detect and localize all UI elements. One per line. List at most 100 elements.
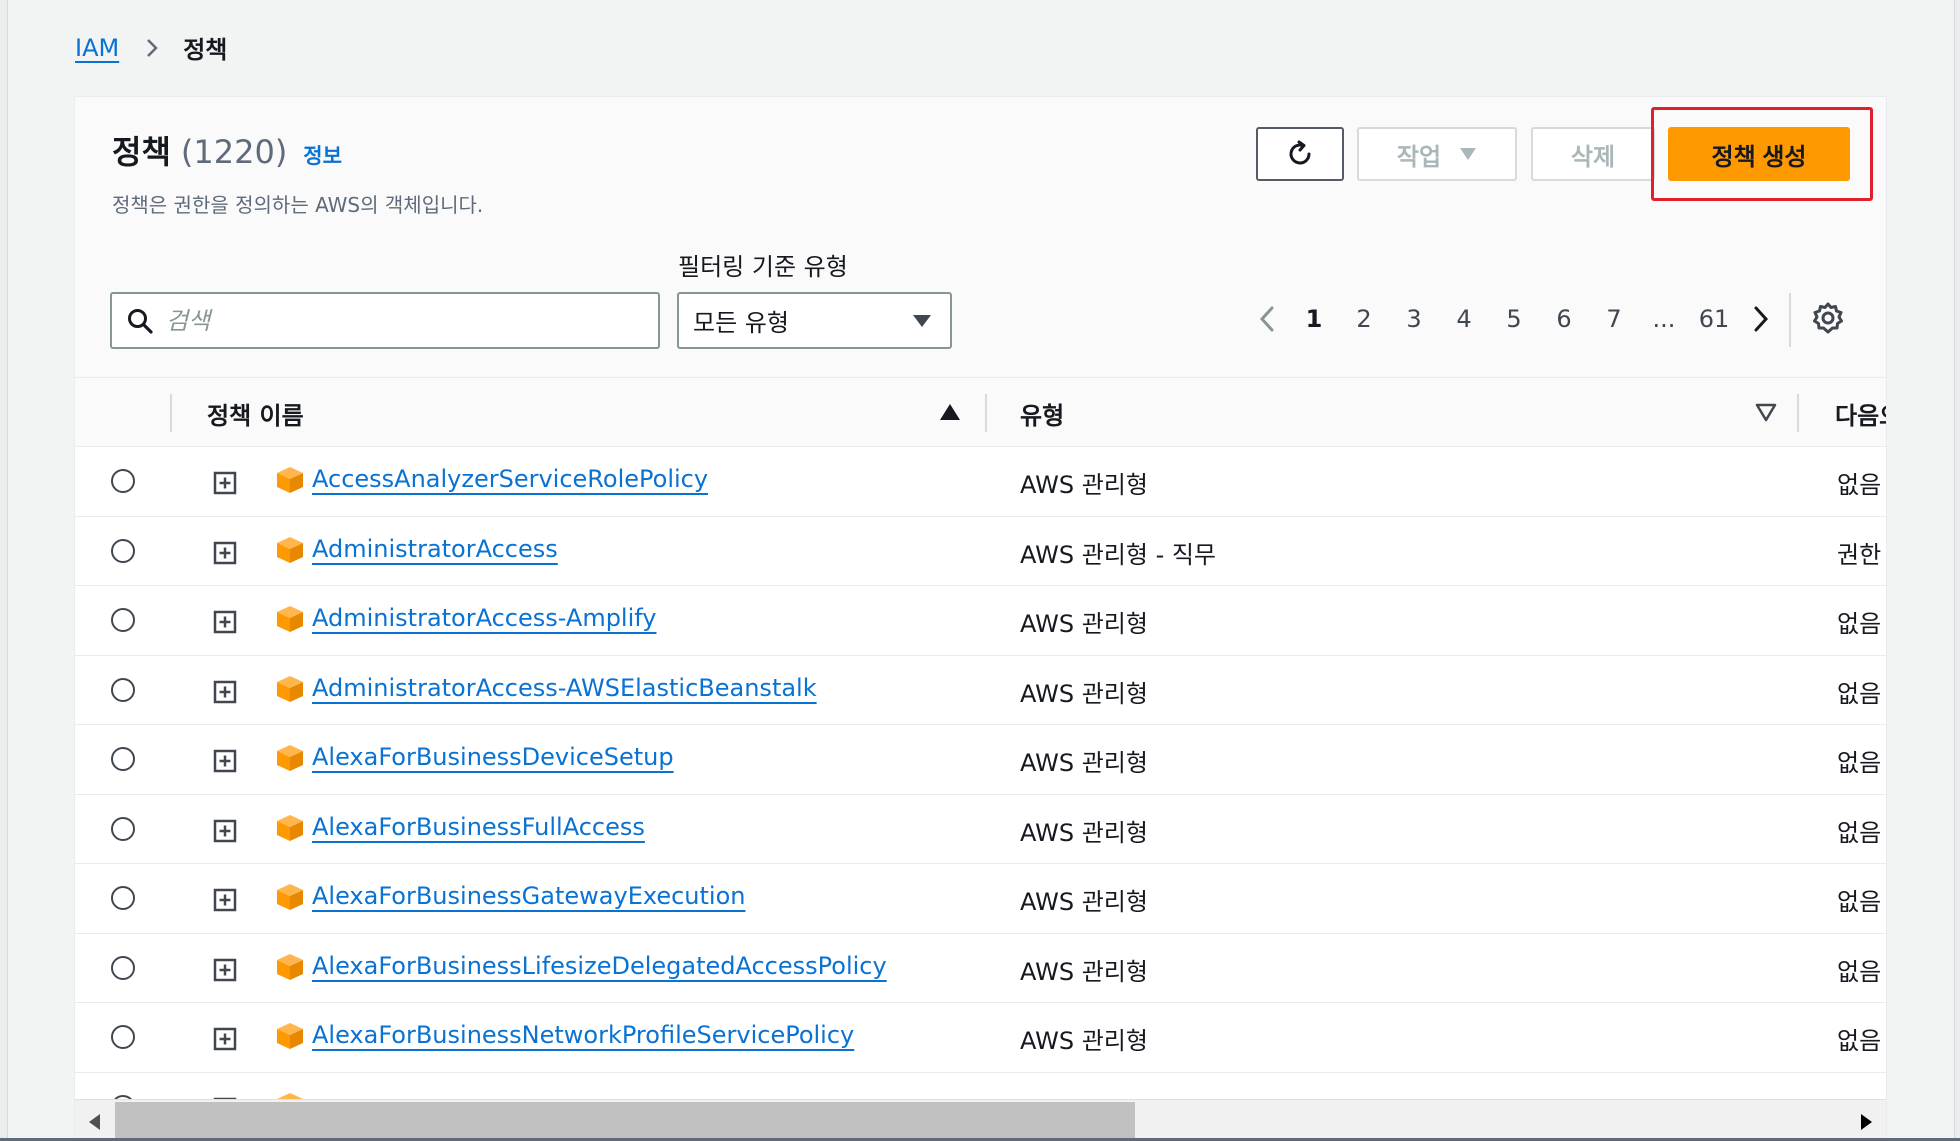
page-7[interactable]: 7 bbox=[1589, 305, 1639, 333]
refresh-button[interactable] bbox=[1256, 127, 1344, 181]
horizontal-scrollbar[interactable] bbox=[75, 1099, 1886, 1141]
policy-name-link[interactable]: AccessAnalyzerServiceRolePolicy bbox=[312, 465, 708, 493]
expand-row-icon[interactable] bbox=[213, 888, 237, 912]
expand-row-icon[interactable] bbox=[213, 958, 237, 982]
page-5[interactable]: 5 bbox=[1489, 305, 1539, 333]
page-title-text: 정책 bbox=[112, 133, 171, 171]
next-page-button[interactable] bbox=[1739, 297, 1783, 341]
pagination: 1 2 3 4 5 6 7 ... 61 bbox=[1245, 297, 1783, 341]
row-select-radio[interactable] bbox=[111, 747, 135, 771]
policy-used-as: 없음 bbox=[1837, 888, 1882, 916]
chevron-right-icon bbox=[147, 38, 158, 57]
column-divider bbox=[985, 394, 987, 432]
actions-dropdown-button[interactable]: 작업 bbox=[1357, 127, 1517, 181]
table-header: 정책 이름 유형 다음으 bbox=[75, 377, 1886, 447]
column-header-policy-name[interactable]: 정책 이름 bbox=[207, 396, 304, 431]
breadcrumb-iam-link[interactable]: IAM bbox=[75, 34, 119, 62]
row-select-radio[interactable] bbox=[111, 608, 135, 632]
page-description: 정책은 권한을 정의하는 AWS의 객체입니다. bbox=[112, 193, 484, 217]
column-header-used-as[interactable]: 다음으 bbox=[1835, 396, 1886, 431]
policy-type: AWS 관리형 bbox=[1020, 818, 1148, 847]
table-row: AlexaForBusinessGatewayExecution AWS 관리형… bbox=[75, 864, 1886, 934]
gear-icon[interactable] bbox=[1811, 301, 1845, 335]
expand-row-icon[interactable] bbox=[213, 1027, 237, 1051]
page-1[interactable]: 1 bbox=[1289, 305, 1339, 333]
policy-used-as: 없음 bbox=[1837, 679, 1882, 708]
row-select-radio[interactable] bbox=[111, 816, 135, 841]
table-row: AdministratorAccess AWS 관리형 - 직무 권한 bbox=[75, 517, 1886, 586]
expand-row-icon[interactable] bbox=[213, 610, 237, 634]
create-policy-highlight bbox=[1651, 107, 1873, 201]
refresh-icon bbox=[1289, 140, 1311, 165]
search-input[interactable] bbox=[166, 306, 646, 335]
table-row: AdministratorAccess-Amplify AWS 관리형 없음 bbox=[75, 586, 1886, 656]
column-header-type[interactable]: 유형 bbox=[1020, 396, 1064, 431]
left-window-edge bbox=[0, 0, 8, 1141]
sort-ascending-icon[interactable] bbox=[939, 401, 961, 423]
expand-row-icon[interactable] bbox=[213, 749, 237, 773]
page-61[interactable]: 61 bbox=[1689, 305, 1739, 333]
aws-managed-policy-icon bbox=[277, 675, 303, 702]
row-select-radio[interactable] bbox=[111, 886, 135, 910]
policy-name-link[interactable]: AlexaForBusinessFullAccess bbox=[312, 813, 645, 841]
policy-table-body: AccessAnalyzerServiceRolePolicy AWS 관리형 … bbox=[75, 447, 1886, 1103]
expand-row-icon[interactable] bbox=[213, 541, 237, 565]
sort-descending-icon[interactable] bbox=[1755, 401, 1777, 423]
page-2[interactable]: 2 bbox=[1339, 305, 1389, 333]
policy-used-as: 없음 bbox=[1837, 749, 1882, 777]
actions-label: 작업 bbox=[1396, 143, 1442, 171]
policy-used-as: 권한 bbox=[1837, 540, 1882, 569]
policy-name-link[interactable]: AlexaForBusinessDeviceSetup bbox=[312, 743, 674, 771]
delete-button[interactable]: 삭제 bbox=[1531, 127, 1655, 181]
caret-down-icon bbox=[1460, 148, 1477, 160]
info-link[interactable]: 정보 bbox=[303, 140, 342, 170]
scroll-right-arrow-icon[interactable] bbox=[1858, 1113, 1874, 1131]
scrollbar-thumb[interactable] bbox=[115, 1102, 1135, 1140]
policy-used-as: 없음 bbox=[1837, 610, 1882, 638]
row-select-radio[interactable] bbox=[111, 538, 135, 563]
page-ellipsis: ... bbox=[1652, 305, 1676, 333]
policy-name-link[interactable]: AdministratorAccess-AWSElasticBeanstalk bbox=[312, 674, 817, 702]
search-icon bbox=[128, 308, 153, 334]
row-select-radio[interactable] bbox=[111, 469, 135, 493]
table-row: AlexaForBusinessLifesizeDelegatedAccessP… bbox=[75, 934, 1886, 1003]
type-filter-select[interactable]: 모든 유형 bbox=[677, 292, 952, 349]
column-divider bbox=[170, 394, 172, 432]
previous-page-button[interactable] bbox=[1245, 297, 1289, 341]
policy-type: AWS 관리형 bbox=[1020, 610, 1148, 638]
policy-used-as: 없음 bbox=[1837, 957, 1882, 986]
policy-name-link[interactable]: AdministratorAccess-Amplify bbox=[312, 604, 657, 632]
page-6[interactable]: 6 bbox=[1539, 305, 1589, 333]
policy-count: (1220) bbox=[180, 133, 288, 171]
policy-type: AWS 관리형 bbox=[1020, 749, 1148, 777]
type-filter-value: 모든 유형 bbox=[693, 309, 789, 337]
row-select-radio[interactable] bbox=[111, 677, 135, 702]
scroll-left-arrow-icon[interactable] bbox=[87, 1113, 103, 1131]
row-select-radio[interactable] bbox=[111, 1025, 135, 1049]
aws-managed-policy-icon bbox=[277, 953, 303, 980]
expand-row-icon[interactable] bbox=[213, 471, 237, 495]
policy-used-as: 없음 bbox=[1837, 818, 1882, 847]
expand-row-icon[interactable] bbox=[213, 680, 237, 704]
aws-managed-policy-icon bbox=[277, 467, 303, 493]
table-row-partial bbox=[75, 1073, 1886, 1103]
policy-used-as: 없음 bbox=[1837, 471, 1882, 499]
policy-type: AWS 관리형 bbox=[1020, 471, 1148, 499]
page-3[interactable]: 3 bbox=[1389, 305, 1439, 333]
policies-panel: 정책 (1220) 정보 정책은 권한을 정의하는 AWS의 객체입니다. 작업… bbox=[74, 96, 1887, 1141]
aws-managed-policy-icon bbox=[277, 1023, 303, 1049]
policy-type: AWS 관리형 bbox=[1020, 679, 1148, 708]
policy-name-link[interactable]: AlexaForBusinessGatewayExecution bbox=[312, 882, 745, 910]
policy-name-link[interactable]: AlexaForBusinessLifesizeDelegatedAccessP… bbox=[312, 952, 887, 980]
table-row: AlexaForBusinessNetworkProfileServicePol… bbox=[75, 1003, 1886, 1073]
expand-row-icon[interactable] bbox=[213, 819, 237, 843]
page-4[interactable]: 4 bbox=[1439, 305, 1489, 333]
policy-name-link[interactable]: AlexaForBusinessNetworkProfileServicePol… bbox=[312, 1021, 854, 1049]
breadcrumb-current: 정책 bbox=[183, 36, 228, 64]
aws-managed-policy-icon bbox=[277, 606, 303, 632]
row-select-radio[interactable] bbox=[111, 955, 135, 980]
policy-name-link[interactable]: AdministratorAccess bbox=[312, 535, 558, 563]
search-field[interactable] bbox=[110, 292, 660, 349]
aws-managed-policy-icon bbox=[277, 814, 303, 841]
aws-managed-policy-icon bbox=[277, 745, 303, 771]
